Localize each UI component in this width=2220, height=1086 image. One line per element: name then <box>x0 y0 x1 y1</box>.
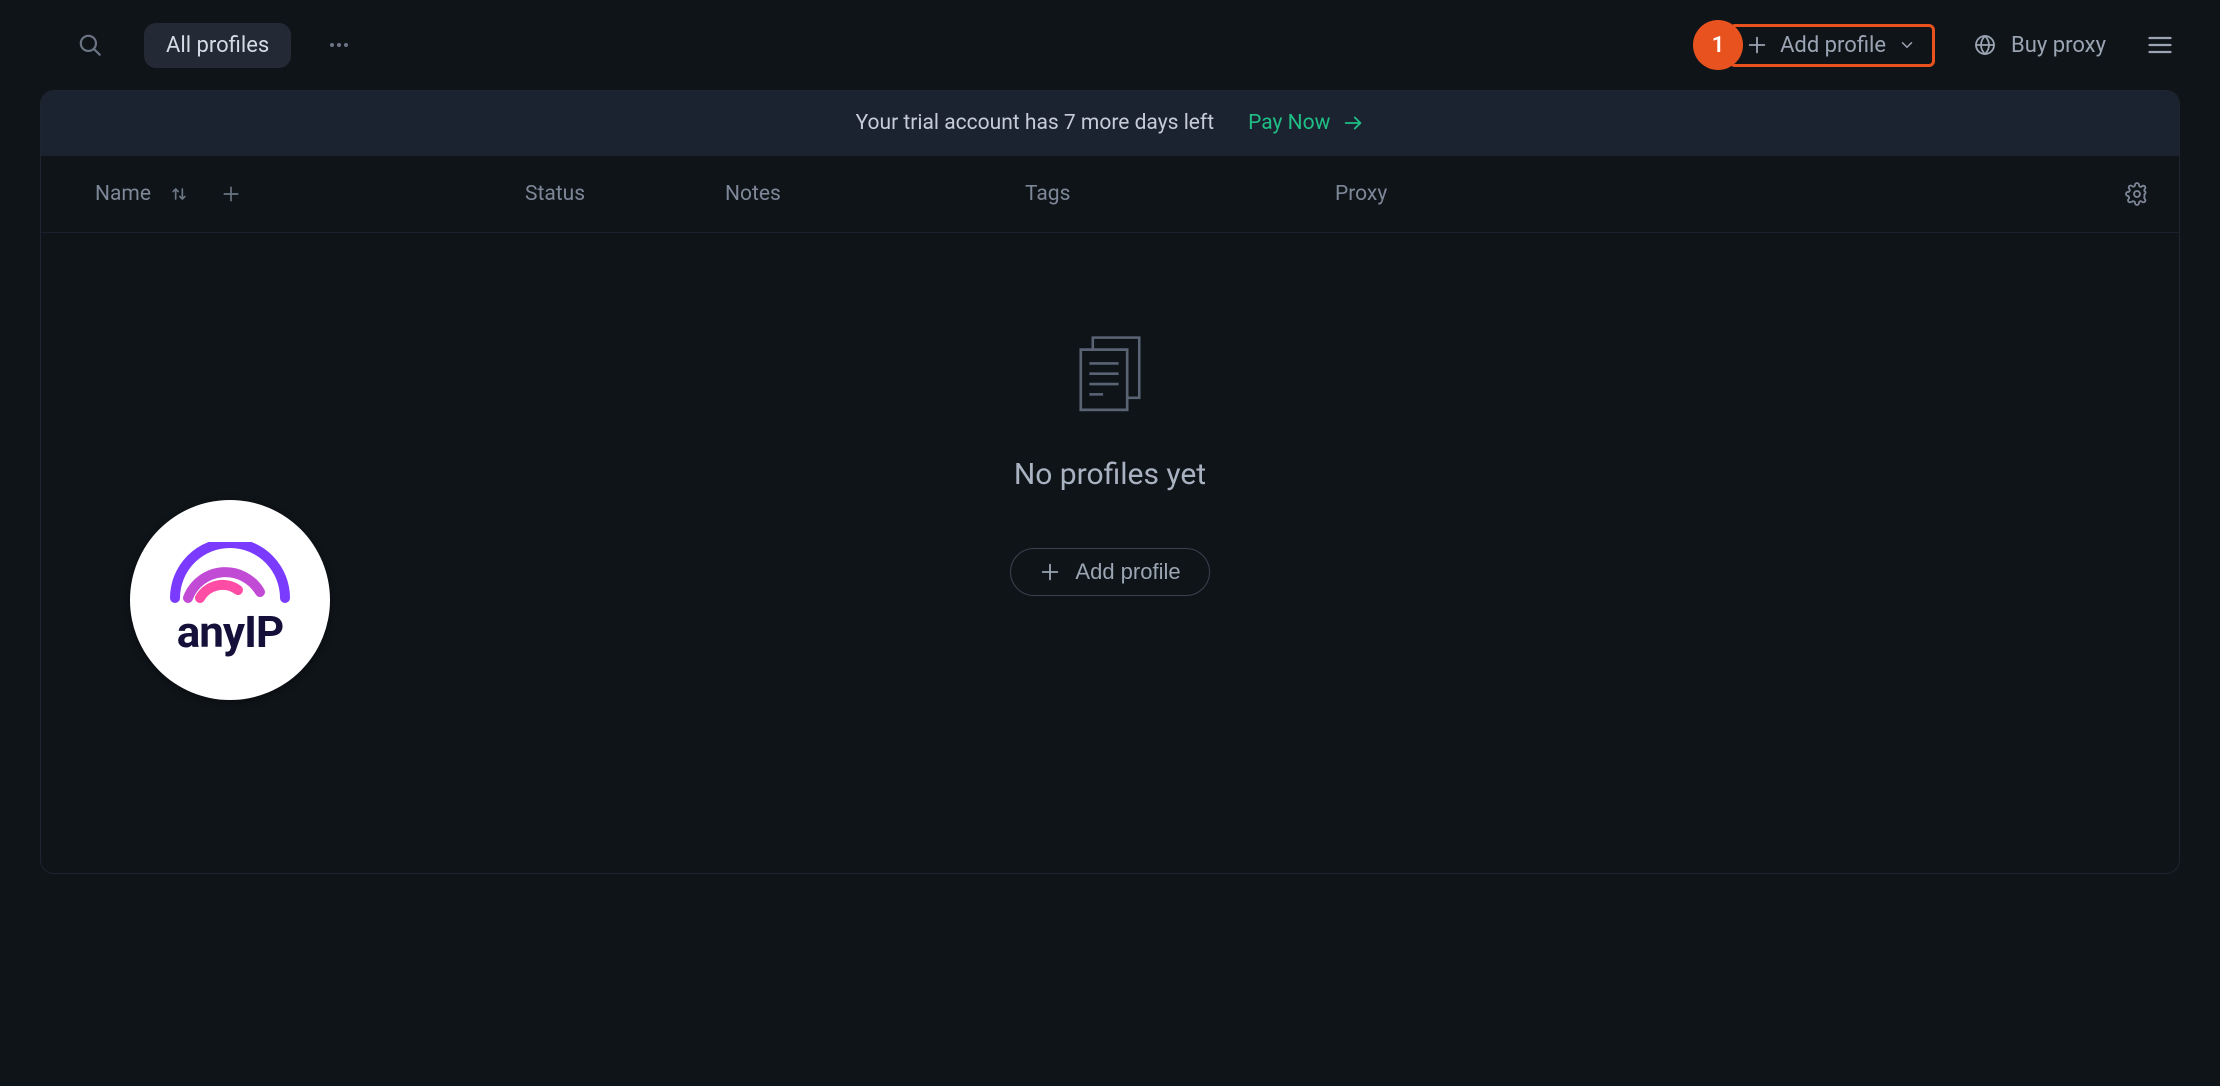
trial-banner: Your trial account has 7 more days left … <box>41 91 2179 155</box>
anyip-logo-icon <box>160 542 300 612</box>
search-icon <box>77 32 103 58</box>
hamburger-icon <box>2146 31 2174 59</box>
more-options-button[interactable] <box>319 25 359 65</box>
brand-badge: anyIP <box>130 500 330 700</box>
empty-title: No profiles yet <box>1014 457 1206 492</box>
top-bar: All profiles 1 Add profile Buy proxy <box>0 0 2220 90</box>
main-panel: Your trial account has 7 more days left … <box>40 90 2180 874</box>
gear-icon <box>2125 182 2149 206</box>
table-settings-button[interactable] <box>2125 182 2149 206</box>
add-profile-button[interactable]: 1 Add profile <box>1729 24 1935 67</box>
column-status[interactable]: Status <box>525 182 725 206</box>
column-name[interactable]: Name <box>95 182 525 206</box>
add-profile-label: Add profile <box>1780 33 1886 58</box>
sort-icon[interactable] <box>169 184 189 204</box>
add-column-button[interactable] <box>221 184 241 204</box>
buy-proxy-label: Buy proxy <box>2011 33 2106 58</box>
trial-text: Your trial account has 7 more days left <box>856 111 1215 135</box>
documents-icon <box>1067 329 1153 415</box>
search-button[interactable] <box>70 25 110 65</box>
globe-icon <box>1973 33 1997 57</box>
table-header: Name Status Notes Tags Proxy <box>41 155 2179 233</box>
column-name-label: Name <box>95 182 151 206</box>
column-proxy[interactable]: Proxy <box>1335 182 2125 206</box>
arrow-right-icon <box>1342 112 1364 134</box>
column-notes[interactable]: Notes <box>725 182 1025 206</box>
brand-name: anyIP <box>177 606 284 658</box>
add-profile-center-button[interactable]: Add profile <box>1010 548 1209 596</box>
column-tags[interactable]: Tags <box>1025 182 1335 206</box>
plus-icon <box>1039 561 1061 583</box>
pay-now-label: Pay Now <box>1248 111 1330 135</box>
buy-proxy-button[interactable]: Buy proxy <box>1973 33 2106 58</box>
profiles-filter-pill[interactable]: All profiles <box>144 23 291 68</box>
menu-button[interactable] <box>2140 25 2180 65</box>
empty-state: No profiles yet Add profile <box>41 233 2179 873</box>
chevron-down-icon <box>1898 36 1916 54</box>
plus-icon <box>1746 34 1768 56</box>
callout-badge: 1 <box>1696 23 1740 67</box>
add-profile-center-label: Add profile <box>1075 559 1180 585</box>
pay-now-link[interactable]: Pay Now <box>1248 111 1364 135</box>
dots-horizontal-icon <box>327 33 351 57</box>
